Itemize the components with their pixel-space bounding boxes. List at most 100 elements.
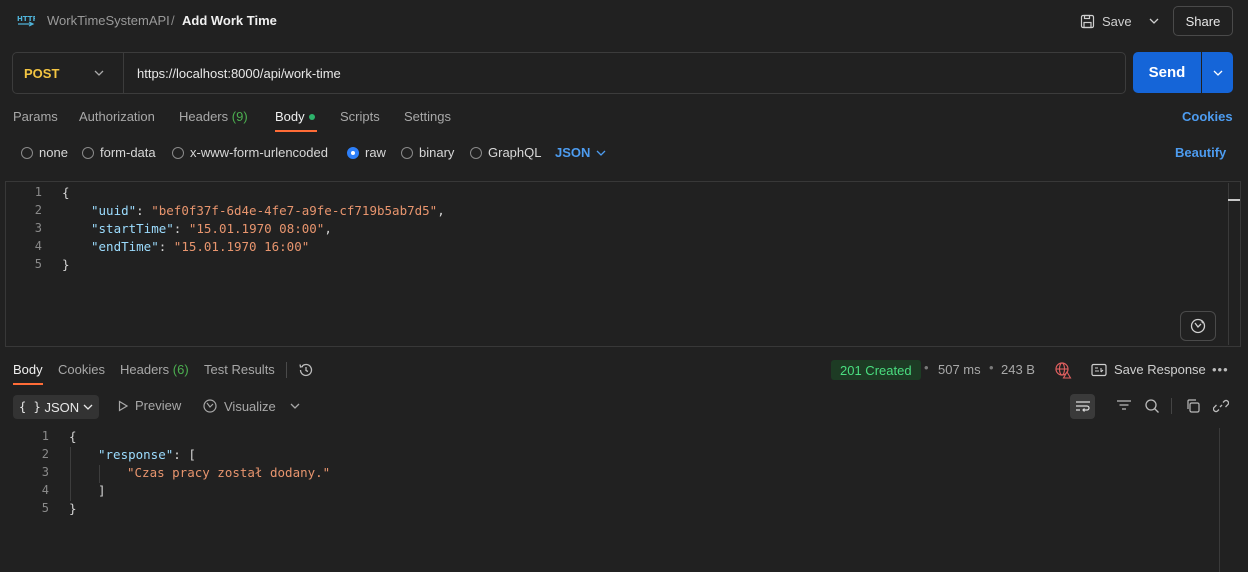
tab-body[interactable]: Body xyxy=(275,109,315,124)
array-close: ] xyxy=(98,483,106,498)
radio-circle xyxy=(21,146,33,159)
tab-params[interactable]: Params xyxy=(13,109,58,124)
response-time[interactable]: 507 ms xyxy=(938,362,981,377)
response-tab-cookies[interactable]: Cookies xyxy=(58,362,105,377)
save-response-button[interactable]: Save Response xyxy=(1091,362,1206,377)
line-number: 3 xyxy=(41,465,49,479)
tab-body-label: Body xyxy=(275,109,305,124)
response-tab-test-results[interactable]: Test Results xyxy=(204,362,275,377)
response-tab-headers[interactable]: Headers (6) xyxy=(120,362,189,377)
indent-guide xyxy=(70,447,71,501)
link-button[interactable] xyxy=(1212,397,1230,415)
cookies-link[interactable]: Cookies xyxy=(1182,109,1233,124)
http-icon: HTTP xyxy=(17,15,35,27)
word-wrap-icon xyxy=(1075,400,1090,412)
top-header: HTTP WorkTimeSystemAPI / Add Work Time S… xyxy=(0,0,1248,42)
radio-raw-label: raw xyxy=(365,145,386,160)
sparkle-icon xyxy=(1190,318,1206,334)
url-input[interactable]: https://localhost:8000/api/work-time xyxy=(137,66,341,81)
line-number: 4 xyxy=(34,239,42,253)
radio-graphql[interactable]: GraphQL xyxy=(470,145,541,160)
active-tab-underline xyxy=(275,130,317,132)
save-button[interactable]: Save xyxy=(1080,8,1132,34)
save-options-button[interactable] xyxy=(1143,8,1165,34)
line-number: 2 xyxy=(34,203,42,217)
send-button[interactable]: Send xyxy=(1133,52,1201,93)
radio-urlencoded[interactable]: x-www-form-urlencoded xyxy=(172,145,328,160)
radio-circle xyxy=(401,146,413,159)
active-tab-underline xyxy=(13,383,43,385)
chevron-down-icon[interactable] xyxy=(93,65,105,81)
more-options-icon[interactable]: ••• xyxy=(1212,362,1229,377)
editor-scrollbar[interactable] xyxy=(1228,183,1229,345)
code-line-starttime: "startTime": "15.01.1970 08:00", xyxy=(91,221,332,236)
chevron-down-icon xyxy=(83,404,93,410)
line-number: 3 xyxy=(34,221,42,235)
search-button[interactable] xyxy=(1143,397,1161,415)
response-format-select[interactable]: { } JSON xyxy=(13,395,99,419)
save-response-icon xyxy=(1091,363,1107,376)
network-globe-icon[interactable] xyxy=(1054,361,1072,379)
line-number: 4 xyxy=(41,483,49,497)
visualize-icon xyxy=(203,399,217,413)
radio-form-data[interactable]: form-data xyxy=(82,145,156,160)
response-brace-open: { xyxy=(69,429,77,444)
beautify-button[interactable]: Beautify xyxy=(1175,145,1226,160)
share-button[interactable]: Share xyxy=(1173,6,1233,36)
response-message: "Czas pracy został dodany." xyxy=(127,465,331,480)
breadcrumb-separator: / xyxy=(171,13,175,28)
preview-label: Preview xyxy=(135,398,182,413)
line-number: 1 xyxy=(41,429,49,443)
filter-button[interactable] xyxy=(1115,397,1133,415)
json-comma: , xyxy=(437,203,445,218)
chevron-down-icon xyxy=(1213,70,1222,76)
preview-button[interactable]: Preview xyxy=(117,398,181,413)
headers-count: (9) xyxy=(231,109,248,124)
method-select[interactable]: POST xyxy=(24,66,59,81)
response-line-key: "response": [ xyxy=(98,447,196,462)
chevron-down-icon[interactable] xyxy=(289,399,301,413)
radio-circle xyxy=(82,146,94,159)
breadcrumb-collection[interactable]: WorkTimeSystemAPI xyxy=(47,13,170,28)
status-badge[interactable]: 201 Created xyxy=(831,360,921,380)
radio-raw[interactable]: raw xyxy=(347,145,386,160)
response-tab-body[interactable]: Body xyxy=(13,362,43,377)
svg-text:HTTP: HTTP xyxy=(17,15,35,23)
code-line-uuid: "uuid": "bef0f37f-6d4e-4fe7-a9fe-cf719b5… xyxy=(91,203,445,218)
array-open: [ xyxy=(188,447,196,462)
meta-separator: • xyxy=(989,360,994,375)
response-size[interactable]: 243 B xyxy=(1001,362,1035,377)
word-wrap-button[interactable] xyxy=(1070,394,1095,419)
response-scrollbar[interactable] xyxy=(1219,428,1220,572)
scrollbar-marker xyxy=(1228,199,1240,201)
tab-scripts[interactable]: Scripts xyxy=(340,109,380,124)
tab-authorization[interactable]: Authorization xyxy=(79,109,155,124)
code-brace-close: } xyxy=(62,257,70,272)
save-label: Save xyxy=(1102,13,1132,29)
chevron-down-icon xyxy=(1149,18,1159,24)
line-number: 2 xyxy=(41,447,49,461)
response-format-label: JSON xyxy=(44,399,80,415)
visualize-label: Visualize xyxy=(224,398,276,414)
visualize-button[interactable]: Visualize xyxy=(202,398,276,414)
copy-button[interactable] xyxy=(1184,397,1202,415)
radio-none[interactable]: none xyxy=(21,145,68,160)
tab-headers[interactable]: Headers (9) xyxy=(179,109,248,124)
json-value: "15.01.1970 16:00" xyxy=(173,239,310,254)
tab-headers-label: Headers xyxy=(179,109,229,124)
radio-form-data-label: form-data xyxy=(100,145,156,160)
response-headers-label: Headers xyxy=(120,362,170,377)
request-title[interactable]: Add Work Time xyxy=(182,13,277,28)
ai-assist-button[interactable] xyxy=(1180,311,1216,341)
url-bar: POST https://localhost:8000/api/work-tim… xyxy=(12,52,1126,94)
tab-settings[interactable]: Settings xyxy=(404,109,451,124)
radio-binary[interactable]: binary xyxy=(401,145,454,160)
body-format-select[interactable]: JSON xyxy=(555,145,606,160)
json-key: "endTime" xyxy=(91,239,159,254)
filter-icon xyxy=(1117,400,1131,410)
history-icon[interactable] xyxy=(298,362,314,378)
send-options-button[interactable] xyxy=(1202,52,1233,93)
line-number: 5 xyxy=(34,257,42,271)
play-icon xyxy=(118,399,129,412)
radio-graphql-label: GraphQL xyxy=(488,145,542,160)
